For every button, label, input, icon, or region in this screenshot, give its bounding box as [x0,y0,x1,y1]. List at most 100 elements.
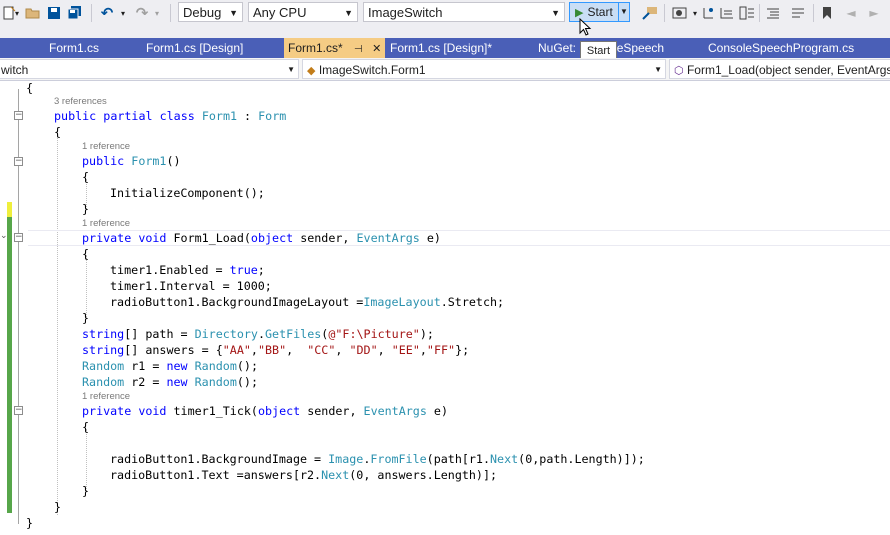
redo-dropdown-icon: ▾ [154,8,159,18]
hot-reload-dropdown-icon[interactable]: ▾ [691,3,699,23]
code-line-answers-field: string[] answers = {"AA","BB", "CC", "DD… [82,342,469,358]
tab-form1-design[interactable]: Form1.cs [Design] [146,38,243,58]
save-all-icon[interactable] [66,3,84,23]
code-token: (); [236,359,258,373]
start-label: Start [587,5,613,19]
code-line-load-declaration: private void Form1_Load(object sender, E… [82,230,441,246]
code-token: radioButton1.Text =answers[r2. [110,468,322,482]
code-token: private [82,404,132,418]
code-token: }; [455,343,470,357]
code-token: ); [419,327,434,341]
code-line-path-field: string[] path = Directory.GetFiles(@"F:\… [82,326,434,342]
method-icon: ⬡ [674,65,684,77]
undo-icon[interactable]: ↶ [98,3,116,23]
collapse-icon[interactable]: − [14,406,23,415]
code-token: .Stretch; [440,295,505,309]
new-dropdown-icon[interactable]: ▾ [13,3,21,23]
editor-navigation-bar: witch ▼ ◆ ImageSwitch.Form1 ▼ ⬡ Form1_Lo… [0,58,890,81]
code-token: Form1 [201,109,238,123]
code-token: radioButton1.BackgroundImage = [110,452,329,466]
code-line-namespace-open: { [26,80,33,96]
tab-label: Form1.cs [Design]* [390,41,493,55]
indent-guide [86,429,87,491]
collapse-icon[interactable]: − [14,233,23,242]
collapse-icon[interactable]: − [14,157,23,166]
code-token: timer1_Tick( [166,404,258,418]
pin-icon[interactable]: ⊣ [354,44,363,55]
project-dropdown[interactable]: witch ▼ [0,59,299,79]
toolbar-separator [759,4,760,22]
code-token: private [82,231,132,245]
code-token: ; [257,263,265,277]
collapse-icon[interactable]: − [14,111,23,120]
format-document-icon[interactable] [764,3,782,23]
code-line-class-declaration: public partial class Form1 : Form [54,108,286,124]
code-token: { [82,247,90,261]
start-dropdown-icon[interactable]: ▼ [618,3,629,21]
member-dropdown[interactable]: ⬡ Form1_Load(object sender, EventArgs e) [669,59,890,79]
code-token: InitializeComponent(); [110,186,265,200]
code-token: } [82,484,90,498]
code-token: } [26,516,34,530]
solution-configuration-select[interactable]: Debug ▼ [178,2,243,22]
code-token: sender, [293,231,357,245]
chevron-down-icon: ▼ [287,65,295,74]
code-token: "CC" [307,343,336,357]
tab-form1-cs-active[interactable]: Form1.cs* ⊣ ✕ [284,38,386,58]
type-dropdown[interactable]: ◆ ImageSwitch.Form1 ▼ [302,59,666,79]
undo-dropdown-icon[interactable]: ▾ [119,3,127,23]
startup-project-select[interactable]: ImageSwitch ▼ [363,2,565,22]
code-token: "BB" [257,343,287,357]
code-line-random-r2: Random r2 = new Random(); [82,374,258,390]
code-token: "AA" [222,343,251,357]
tab-label: Form1.cs [Design] [146,41,244,55]
save-icon[interactable] [45,3,63,23]
tab-consolespeechprogram-cs[interactable]: ConsoleSpeechProgram.cs [708,38,854,58]
code-line-ctor-close: } [82,201,89,217]
codelens-tick-references[interactable]: 1 reference [82,391,130,403]
startup-project-value: ImageSwitch [368,5,443,20]
step-icon[interactable] [699,3,717,23]
code-token: Form [258,109,287,123]
platform-value: Any CPU [253,5,307,20]
tab-form1-design-modified[interactable]: Form1.cs [Design]* [390,38,492,58]
code-token: object [257,404,301,418]
codelens-class-references[interactable]: 3 references [54,96,107,108]
close-icon[interactable]: ✕ [372,43,381,55]
code-token: void [138,404,167,418]
member-value: Form1_Load(object sender, EventArgs e) [686,63,890,77]
hot-reload-icon[interactable] [671,3,689,23]
tab-form1-cs[interactable]: Form1.cs [49,38,99,58]
code-editor[interactable]: ⌄ − − − − 3 references 1 reference 1 ref… [0,81,890,535]
solution-explorer-icon[interactable] [718,3,736,23]
code-token: [] path = [124,327,195,341]
code-token: radioButton1.BackgroundImageLayout = [110,295,364,309]
tab-label: ConsoleSpeechProgram.cs [708,41,855,55]
properties-icon[interactable] [738,3,756,23]
codelens-load-references[interactable]: 1 reference [82,218,130,230]
code-token: public [82,154,125,168]
code-line-class-close: } [54,499,61,515]
code-token: } [82,311,90,325]
code-token: } [54,500,62,514]
code-token: Random [194,375,237,389]
code-token: (0,path.Length)]); [518,452,645,466]
toolbar-separator [813,4,814,22]
code-line-namespace-close: } [26,515,33,531]
code-token: . [257,327,265,341]
code-token: (0, answers.Length)]; [349,468,498,482]
chevron-down-icon: ▼ [551,8,560,18]
code-line-ctor-open: { [82,169,89,185]
code-token: public [54,109,97,123]
code-line-initialize: InitializeComponent(); [110,185,265,201]
codelens-ctor-references[interactable]: 1 reference [82,141,130,153]
code-token: Image [328,452,364,466]
solution-platform-select[interactable]: Any CPU ▼ [248,2,358,22]
open-folder-icon[interactable] [24,3,42,23]
bookmark-icon[interactable] [818,3,836,23]
browser-link-icon[interactable] [641,3,659,23]
comment-icon[interactable] [789,3,807,23]
code-token: object [250,231,294,245]
